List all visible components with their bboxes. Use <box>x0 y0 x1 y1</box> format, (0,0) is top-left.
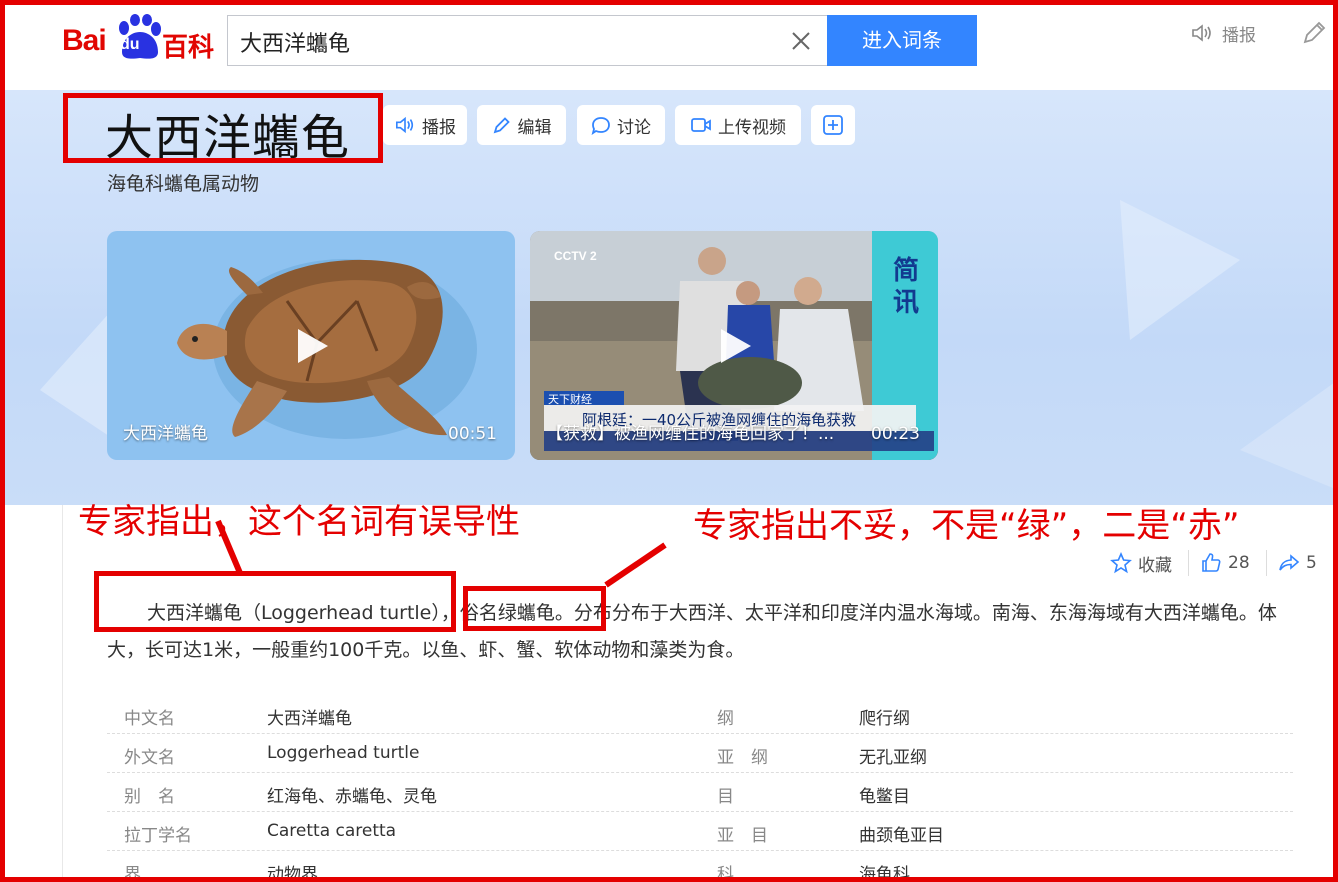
play-icon[interactable] <box>290 325 332 367</box>
enter-entry-button[interactable]: 进入词条 <box>827 15 977 66</box>
play-icon[interactable] <box>713 325 755 367</box>
video-card[interactable]: 大西洋蠵龟 00:51 <box>107 231 515 460</box>
clear-icon[interactable] <box>790 30 812 52</box>
header-audio-button[interactable]: 播报 <box>1190 20 1256 46</box>
decorative-shape <box>1240 380 1338 490</box>
pencil-icon <box>493 117 510 134</box>
entry-title: 大西洋蠵龟 <box>105 110 351 166</box>
info-row: 别 名 红海龟、赤蠵龟、灵龟 目 龟鳖目 <box>107 773 1293 812</box>
info-row: 界 动物界 科 海龟科 <box>124 865 910 882</box>
divider <box>1266 550 1267 576</box>
news-ticker-tag: 天下财经 <box>548 393 592 406</box>
plus-square-icon <box>823 115 843 135</box>
summary-part-1: 大西洋蠵龟（Loggerhead turtle）， <box>147 602 460 624</box>
left-divider <box>62 505 63 882</box>
audio-button[interactable]: 播报 <box>383 105 467 145</box>
video-title: 【获救】被渔网缠住的海龟回家了！... <box>546 424 835 444</box>
star-icon <box>1110 552 1132 574</box>
header-audio-label: 播报 <box>1222 25 1256 46</box>
entry-subtitle: 海龟科蠵龟属动物 <box>107 173 260 195</box>
annotation-left: 专家指出，这个名词有误导性 <box>78 502 520 542</box>
video-title: 大西洋蠵龟 <box>123 424 208 444</box>
side-caption: 简讯 <box>892 256 919 318</box>
video-duration: 00:23 <box>871 424 920 444</box>
video-camera-icon <box>691 118 711 132</box>
divider <box>1188 550 1189 576</box>
info-row: 中文名 大西洋蠵龟 纲 爬行纲 <box>107 695 1293 734</box>
entry-summary: 大西洋蠵龟（Loggerhead turtle），俗名绿蠵龟。分布分布于大西洋、… <box>107 595 1287 669</box>
annotation-right: 专家指出不妥，不是“绿”，二是“赤” <box>693 506 1240 546</box>
info-row: 拉丁学名 Caretta caretta 亚 目 曲颈龟亚目 <box>107 812 1293 851</box>
search-input[interactable] <box>240 28 760 56</box>
summary-part-2: 俗名绿蠵龟。 <box>459 602 574 624</box>
info-row: 外文名 Loggerhead turtle 亚 纲 无孔亚纲 <box>107 734 1293 773</box>
decorative-play-shape <box>1120 200 1240 340</box>
collect-button[interactable]: 收藏 <box>1110 550 1172 576</box>
add-button[interactable] <box>811 105 855 145</box>
chat-bubble-icon <box>591 117 610 135</box>
share-button[interactable]: 5 <box>1278 550 1317 576</box>
thumbs-up-icon <box>1202 553 1221 572</box>
edit-button[interactable]: 编辑 <box>477 105 566 145</box>
upload-video-button[interactable]: 上传视频 <box>675 105 801 145</box>
edit-pencil-icon[interactable] <box>1300 19 1328 47</box>
search-box <box>227 15 828 66</box>
video-card[interactable]: CCTV 2 简讯 天下财经 阿根廷：一40公斤被渔网缠住的海龟获救 【获救】被… <box>530 231 938 460</box>
like-button[interactable]: 28 <box>1200 550 1250 576</box>
top-header: Bai du 百科 进入词条 播报 <box>0 0 1338 90</box>
video-duration: 00:51 <box>448 424 497 444</box>
speaker-icon <box>396 116 414 134</box>
share-arrow-icon <box>1279 554 1300 571</box>
channel-logo: CCTV 2 <box>554 249 597 263</box>
discuss-button[interactable]: 讨论 <box>577 105 665 145</box>
speaker-icon <box>1192 24 1211 42</box>
baidu-baike-logo[interactable]: Bai du 百科 <box>62 14 214 63</box>
